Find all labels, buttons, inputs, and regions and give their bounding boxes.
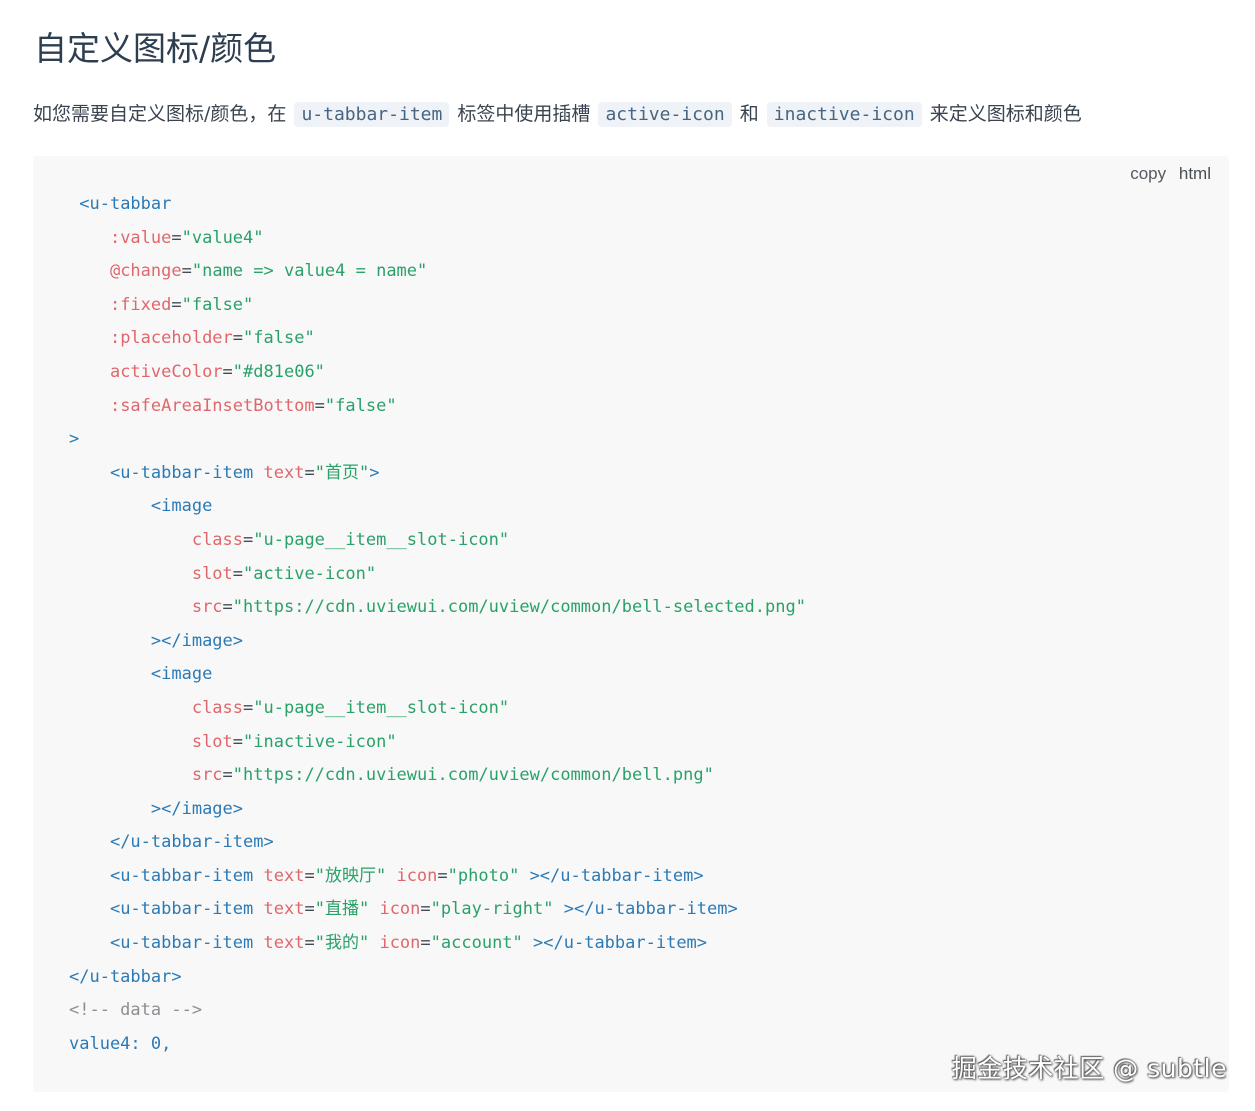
code-tag: <image (150, 664, 213, 685)
code-tag: ></u-tabbar-item> (533, 933, 708, 954)
intro-text-1: 如您需要自定义图标/颜色，在 (33, 103, 287, 125)
code-attr: src (191, 597, 223, 618)
code-value: "false" (181, 294, 254, 315)
code-tag: <u-tabbar (79, 194, 172, 214)
code-attr: slot (191, 563, 233, 584)
code-value: "false" (243, 328, 315, 349)
code-value: "https://cdn.uviewui.com/uview/common/be… (232, 765, 714, 786)
code-text: value4: 0, (69, 1033, 172, 1054)
code-tag: ></image> (150, 630, 244, 651)
code-tag: > (369, 462, 380, 483)
code-value: "photo" (447, 865, 520, 886)
code-tag: </u-tabbar> (69, 966, 182, 987)
code-line: > (69, 423, 806, 457)
code-line: slot="inactive-icon" (191, 731, 397, 752)
code-tag: <u-tabbar-item (109, 899, 254, 920)
code-value: "https://cdn.uviewui.com/uview/common/be… (232, 597, 806, 618)
code-comment: <!-- data --> (69, 1000, 203, 1021)
code-line: :fixed="false" (109, 294, 254, 315)
code-line: :placeholder="false" (109, 328, 315, 349)
code-attr: :safeAreaInsetBottom (109, 395, 315, 416)
code-attr: activeColor (109, 361, 223, 382)
code-value: "active-icon" (243, 563, 377, 584)
code-line: class="u-page__item__slot-icon" (191, 697, 510, 718)
code-line: <u-tabbar-item text="我的" icon="account" … (109, 933, 708, 954)
code-line: ></image> (69, 793, 806, 827)
code-line: </u-tabbar-item> (69, 826, 806, 860)
inline-code-inactive-icon: inactive-icon (766, 102, 922, 127)
code-content: <u-tabbar :value="value4" @change="name … (69, 188, 806, 1061)
code-attr: :fixed (109, 294, 172, 315)
code-tag: ></u-tabbar-item> (563, 899, 738, 920)
code-line: <u-tabbar-item text="放映厅" icon="photo" >… (109, 865, 704, 886)
code-value: "inactive-icon" (243, 731, 397, 752)
code-line: activeColor="#d81e06" (109, 361, 325, 382)
code-value: "u-page__item__slot-icon" (253, 529, 510, 550)
intro-paragraph: 如您需要自定义图标/颜色，在 u-tabbar-item 标签中使用插槽 act… (33, 96, 1082, 133)
code-line: src="https://cdn.uviewui.com/uview/commo… (191, 597, 806, 618)
code-attr: text (263, 899, 305, 920)
code-line: class="u-page__item__slot-icon" (191, 529, 510, 550)
code-line: ></image> (69, 625, 806, 659)
code-value: "play-right" (430, 899, 554, 920)
code-value: "account" (430, 933, 523, 954)
code-value: " (358, 462, 370, 483)
code-tag: ></image> (150, 798, 244, 819)
code-tag: </u-tabbar-item> (109, 832, 274, 853)
inline-code-active-icon: active-icon (598, 102, 732, 127)
code-line: value4: 0, (69, 1028, 806, 1062)
code-line: <u-tabbar (69, 188, 806, 222)
code-value: "u-page__item__slot-icon" (253, 697, 510, 718)
code-line: <image (69, 490, 806, 524)
code-value: "name => value4 = name" (191, 261, 428, 282)
code-attr: class (191, 697, 244, 718)
code-line: @change="name => value4 = name" (109, 261, 428, 282)
code-block: copy html <u-tabbar :value="value4" @cha… (33, 156, 1229, 1092)
code-attr: text (263, 865, 305, 886)
code-value: " (314, 462, 325, 483)
code-tag: ></u-tabbar-item> (529, 865, 704, 886)
intro-text-4: 来定义图标和颜色 (929, 103, 1082, 125)
code-value: "false" (324, 395, 397, 416)
code-line: src="https://cdn.uviewui.com/uview/commo… (191, 765, 714, 786)
code-attr: icon (379, 899, 421, 920)
code-attr: slot (191, 731, 233, 752)
code-value: 放映厅 (324, 865, 376, 886)
code-line: <!-- data --> (69, 994, 806, 1028)
code-attr: :value (109, 227, 172, 248)
code-value: 首页 (324, 462, 359, 483)
code-attr: src (191, 765, 223, 786)
code-value: "value4" (181, 227, 264, 248)
intro-text-2: 标签中使用插槽 (457, 103, 591, 125)
copy-button[interactable]: copy (1130, 164, 1166, 183)
code-tag: > (69, 429, 80, 450)
code-line: <u-tabbar-item text="首页"> (109, 462, 380, 483)
code-line: </u-tabbar> (69, 961, 806, 995)
code-value: "#d81e06" (232, 361, 325, 382)
code-tag: <u-tabbar-item (109, 865, 254, 886)
code-language-label: html (1178, 164, 1211, 183)
intro-text-3: 和 (739, 103, 759, 125)
code-attr: icon (396, 865, 438, 886)
code-line: <u-tabbar-item text="直播" icon="play-righ… (109, 899, 738, 920)
code-tag: <u-tabbar-item (109, 462, 254, 483)
code-attr: @change (109, 261, 182, 282)
inline-code-u-tabbar-item: u-tabbar-item (294, 102, 450, 127)
code-line: <image (69, 658, 806, 692)
code-attr: text (263, 462, 305, 483)
watermark: 掘金技术社区 @ subtle (951, 1054, 1227, 1083)
code-line: :value="value4" (109, 227, 264, 248)
code-attr: class (191, 529, 244, 550)
code-attr: :placeholder (109, 328, 233, 349)
code-tag: <u-tabbar-item (109, 933, 254, 954)
page-title: 自定义图标/颜色 (34, 29, 277, 68)
code-attr: text (263, 933, 305, 954)
code-line: slot="active-icon" (191, 563, 377, 584)
code-value: 我的 (324, 933, 359, 954)
code-toolbar: copy html (1130, 164, 1211, 184)
code-line: :safeAreaInsetBottom="false" (109, 395, 397, 416)
code-tag: <image (150, 496, 213, 517)
code-attr: icon (379, 933, 421, 954)
code-value: 直播 (324, 899, 359, 920)
